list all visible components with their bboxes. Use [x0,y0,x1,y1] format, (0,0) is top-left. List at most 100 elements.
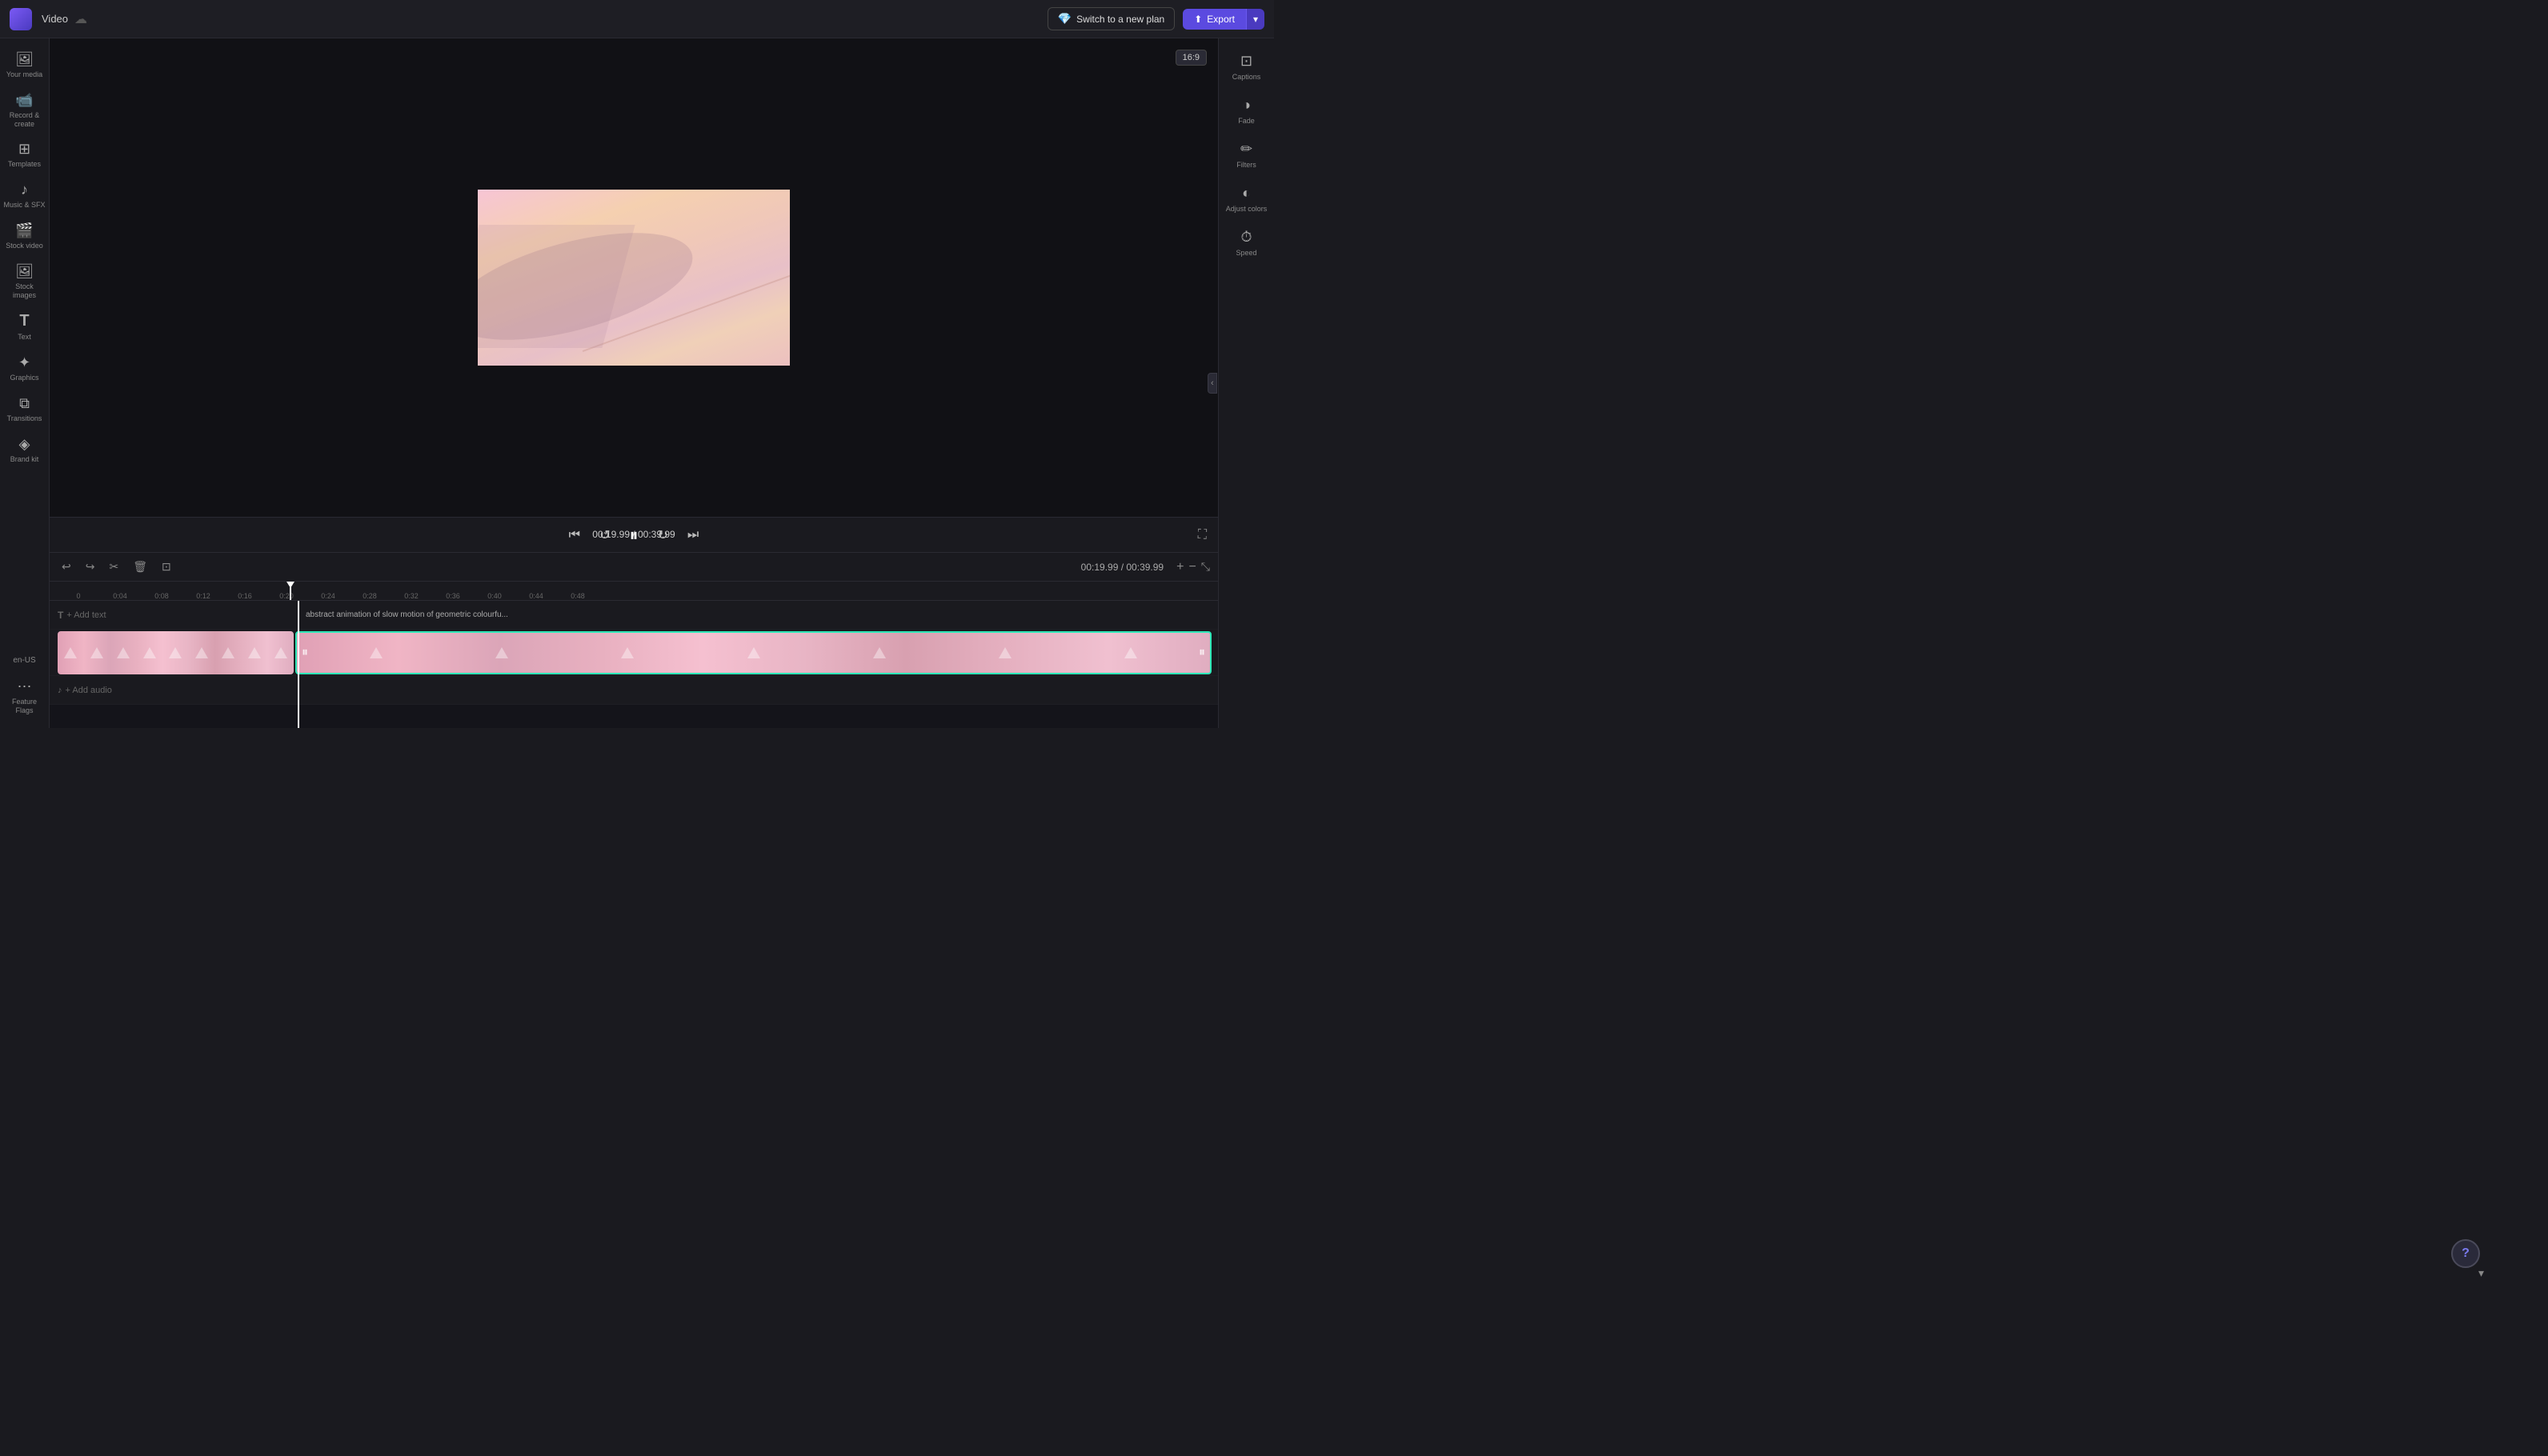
sidebar-item-feature-flags[interactable]: ⋯ Feature Flags [0,672,49,722]
collapse-right-panel-button[interactable]: ‹ [1208,373,1217,394]
ruler-mark: 0:44 [515,592,557,600]
skip-to-end-button[interactable]: ⏭ [684,525,702,546]
center-area: 16:9 ⏮ ↺ ⏸ ↻ ⏭ 00:19.99 / 00:39.99 ⛶ ↩ ↪ [50,38,1218,728]
sidebar-item-brand[interactable]: ◈ Brand kit [0,430,49,470]
export-button-group: ⬆ Export ▾ [1183,9,1264,30]
thumbnail-button[interactable]: ⊡ [158,558,175,576]
captions-icon: ⊡ [1240,53,1252,70]
timeline-time-counter: 00:19.99 / 00:39.99 [1081,562,1164,573]
sidebar-item-graphics[interactable]: ✦ Graphics [0,348,49,389]
aspect-ratio-badge[interactable]: 16:9 [1176,50,1207,66]
cut-button[interactable]: ✂ [105,558,122,576]
video-clip-left[interactable] [58,631,294,674]
playhead[interactable] [290,582,291,600]
sidebar-item-en-us[interactable]: en-US [0,650,49,672]
right-tool-label: Speed [1236,249,1256,257]
graphics-icon: ✦ [18,354,30,371]
right-tool-label: Fade [1238,117,1255,125]
sidebar-item-label: Your media [6,70,42,79]
ruler-mark: 0:04 [99,592,141,600]
right-tool-adjust-colors[interactable]: ◐ Adjust colors [1219,177,1274,221]
left-sidebar: 🖼 Your media 📹 Record &create ⊞ Template… [0,38,50,728]
playback-bar: ⏮ ↺ ⏸ ↻ ⏭ 00:19.99 / 00:39.99 ⛶ [50,517,1218,552]
sidebar-item-label: Record &create [10,111,40,129]
ruler-mark: 0:48 [557,592,599,600]
preview-area: 16:9 [50,38,1218,517]
timeline-toolbar: ↩ ↪ ✂ 🗑 ⊡ 00:19.99 / 00:39.99 + − ⤡ [50,553,1218,582]
sidebar-item-label: Text [18,333,31,342]
video-clip-right[interactable]: ⏸ ⏸ [295,631,1212,674]
export-main-button[interactable]: ⬆ Export [1183,9,1246,30]
audio-waveform: // Generate waveform bars inline won't w… [58,606,1210,625]
export-dropdown-button[interactable]: ▾ [1246,9,1264,30]
cloud-icon: ☁ [74,11,87,27]
sidebar-item-label: Templates [8,160,41,169]
sidebar-item-label: Transitions [7,414,42,423]
time-display: 00:19.99 / 00:39.99 [592,529,675,540]
feature-flags-icon: ⋯ [18,678,32,695]
sidebar-item-transitions[interactable]: ⧉ Transitions [0,389,49,430]
sidebar-item-music-sfx[interactable]: ♪ Music & SFX [0,175,49,216]
add-audio-button[interactable]: ♪ + Add audio [50,686,120,695]
delete-button[interactable]: 🗑 [129,558,151,576]
sidebar-item-your-media[interactable]: 🖼 Your media [0,45,49,86]
sidebar-item-record-create[interactable]: 📹 Record &create [0,86,49,135]
right-sidebar: ⊡ Captions ◑ Fade ✏ Filters ◐ Adjust col… [1218,38,1274,728]
redo-button[interactable]: ↪ [82,558,99,576]
ruler-mark: 0:40 [474,592,515,600]
sidebar-bottom: en-US ⋯ Feature Flags [0,650,49,722]
right-tool-fade[interactable]: ◑ Fade [1219,89,1274,133]
gem-icon: 💎 [1058,12,1072,26]
expand-timeline-button[interactable]: ⤡ [1201,560,1210,574]
filters-icon: ✏ [1240,141,1252,158]
chevron-down-icon[interactable]: ▾ [2478,1266,2484,1280]
right-tool-label: Captions [1232,73,1261,81]
ruler-marks: 0 0:04 0:08 0:12 0:16 0:20 0:24 0:28 0:3… [50,582,1218,600]
video-bg [478,190,790,366]
fullscreen-button[interactable]: ⛶ [1198,528,1207,542]
zoom-controls: + − ⤡ [1176,560,1210,574]
ruler-mark: 0:16 [224,592,266,600]
right-tool-label: Filters [1236,161,1256,169]
your-media-icon: 🖼 [15,51,34,68]
sidebar-item-label: Graphics [10,374,38,382]
topbar: Video ☁ 💎 Switch to a new plan ⬆ Export … [0,0,1274,38]
right-tool-label: Adjust colors [1226,205,1268,213]
sidebar-item-stock-images[interactable]: 🖼 Stock images [0,257,49,306]
sidebar-item-templates[interactable]: ⊞ Templates [0,134,49,175]
stock-video-icon: 🎬 [15,222,33,239]
skip-to-start-button[interactable]: ⏮ [566,525,583,546]
audio-track: ♪ + Add audio // Generate waveform bars … [50,676,1218,705]
undo-button[interactable]: ↩ [58,558,75,576]
fade-icon: ◑ [1242,97,1251,114]
timeline-ruler: 0 0:04 0:08 0:12 0:16 0:20 0:24 0:28 0:3… [50,582,1218,601]
tracks-container: T + Add text abstract animation of slow … [50,601,1218,728]
ruler-mark: 0:12 [182,592,224,600]
brand-icon: ◈ [19,436,30,453]
right-tool-filters[interactable]: ✏ Filters [1219,133,1274,177]
right-tool-captions[interactable]: ⊡ Captions [1219,45,1274,89]
music-icon: ♪ [21,182,28,198]
ruler-mark: 0:32 [391,592,432,600]
ruler-mark: 0:24 [307,592,349,600]
sidebar-item-text[interactable]: T Text [0,306,49,348]
sidebar-item-label: Brand kit [10,455,39,464]
export-label: Export [1207,14,1235,25]
speed-icon: ⏱ [1240,229,1252,246]
adjust-colors-icon: ◐ [1242,185,1251,202]
add-audio-label: + Add audio [66,686,112,695]
right-tool-speed[interactable]: ⏱ Speed [1219,221,1274,265]
sidebar-item-stock-video[interactable]: 🎬 Stock video [0,216,49,257]
stock-images-icon: 🖼 [15,263,34,280]
help-button[interactable]: ? [2451,1239,2480,1268]
zoom-in-button[interactable]: + [1176,560,1184,574]
sidebar-item-label: Stock images [3,282,46,300]
upgrade-button[interactable]: 💎 Switch to a new plan [1048,7,1176,30]
pause-icon-left: ⏸ [302,646,308,660]
zoom-out-button[interactable]: − [1188,560,1196,574]
ruler-mark: 0:08 [141,592,182,600]
audio-track-icon: ♪ [58,686,62,695]
sidebar-item-label: Stock video [6,242,43,250]
video-track: ⏸ ⏸ [50,630,1218,676]
ruler-mark: 0:20 [266,592,307,600]
